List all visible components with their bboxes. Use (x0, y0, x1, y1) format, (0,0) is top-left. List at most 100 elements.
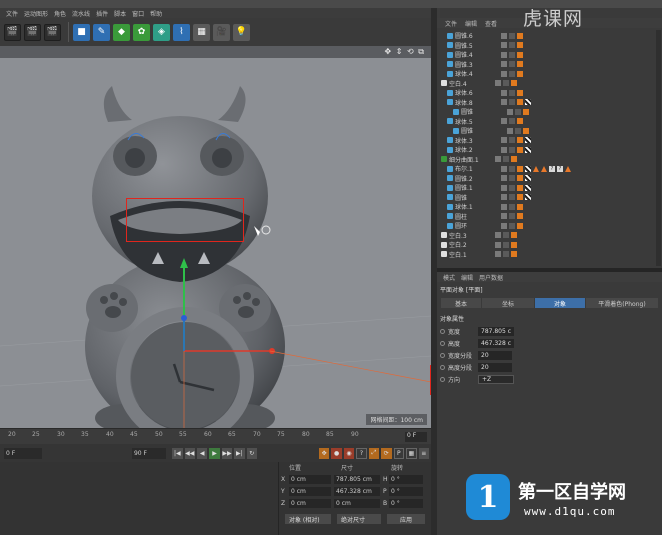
visibility-dot-icon[interactable] (509, 184, 515, 191)
visibility-dot-icon[interactable] (509, 32, 515, 39)
menu-item-window[interactable]: 窗口 (132, 9, 144, 18)
render-settings-icon[interactable]: 🎬 (24, 23, 41, 41)
visibility-dot-icon[interactable] (501, 213, 507, 219)
height-field[interactable]: 467.328 c (478, 338, 515, 348)
subdivision-icon[interactable]: ◆ (113, 23, 130, 41)
camera-icon[interactable]: 🎥 (213, 23, 230, 41)
menu-item-plugins[interactable]: 插件 (96, 9, 108, 18)
height-segments-field[interactable]: 20 (478, 362, 512, 372)
visibility-dot-icon[interactable] (501, 137, 507, 143)
object-row[interactable]: 圆柱 (437, 212, 662, 221)
render-picture-viewer-icon[interactable]: 🎬 (44, 23, 61, 41)
visibility-dot-icon[interactable] (501, 184, 507, 191)
visibility-dot-icon[interactable] (503, 80, 509, 86)
visibility-dot-icon[interactable] (501, 70, 507, 77)
visibility-dot-icon[interactable] (517, 61, 523, 67)
visibility-dot-icon[interactable] (517, 51, 523, 58)
visibility-dot-icon[interactable] (517, 118, 523, 124)
visibility-dot-icon[interactable] (503, 251, 509, 257)
pos-x-field[interactable]: 0 cm (289, 474, 331, 484)
next-key-button[interactable]: ▶▶ (221, 447, 233, 459)
object-name[interactable]: 空白.2 (449, 240, 491, 249)
object-name[interactable]: 圆柱 (455, 212, 497, 221)
object-row[interactable]: 圆锥.3 (437, 60, 662, 69)
object-row[interactable]: 空白.1 (437, 250, 662, 259)
light-icon[interactable]: 💡 (233, 23, 250, 41)
play-button[interactable]: ▶ (209, 447, 220, 459)
visibility-dot-icon[interactable] (517, 175, 523, 181)
object-row[interactable]: 空白.3 (437, 231, 662, 240)
object-name[interactable]: 球体.1 (455, 202, 497, 211)
size-x-field[interactable]: 787.805 cm (334, 474, 380, 484)
apply-button[interactable]: 应用 (387, 514, 425, 524)
object-name[interactable]: 圆环 (455, 221, 497, 230)
object-row[interactable]: 球体.5 (437, 117, 662, 126)
autokey-icon[interactable]: ◉ (343, 447, 355, 459)
visibility-dot-icon[interactable] (501, 32, 507, 39)
object-row[interactable]: 细分曲面.1 (437, 155, 662, 164)
record-icon[interactable]: ● (331, 447, 342, 459)
size-y-field[interactable]: 467.328 cm (334, 486, 380, 496)
menu-item-mograph[interactable]: 运动图形 (24, 9, 48, 18)
texture-tag-icon[interactable] (525, 137, 531, 143)
width-segments-field[interactable]: 20 (478, 350, 512, 360)
object-row[interactable]: 空白.4 (437, 79, 662, 88)
end-frame-field[interactable]: 90 F (131, 447, 167, 459)
visibility-dot-icon[interactable] (511, 232, 517, 238)
object-name[interactable]: 空白.3 (449, 231, 491, 240)
start-frame-field[interactable]: 0 F (4, 447, 42, 459)
object-name[interactable]: 细分曲面.1 (449, 155, 491, 164)
object-name[interactable]: 圆锥 (455, 193, 497, 202)
visibility-dot-icon[interactable] (495, 232, 501, 238)
render-view-icon[interactable]: 🎬 (4, 23, 21, 41)
object-name[interactable]: 球体.2 (455, 145, 497, 154)
visibility-dot-icon[interactable] (503, 232, 509, 238)
visibility-dot-icon[interactable] (517, 99, 523, 105)
visibility-dot-icon[interactable] (509, 213, 515, 219)
object-row[interactable]: 圆锥.6 (437, 31, 662, 40)
object-row[interactable]: 球体.6 (437, 88, 662, 97)
object-name[interactable]: 球体.3 (455, 136, 497, 145)
visibility-dot-icon[interactable] (517, 165, 523, 172)
visibility-dot-icon[interactable] (517, 194, 523, 200)
visibility-dot-icon[interactable] (509, 203, 515, 210)
visibility-dot-icon[interactable] (517, 89, 523, 96)
unknown-tag-icon[interactable]: ? (557, 165, 563, 172)
visibility-dot-icon[interactable] (511, 251, 517, 257)
move-key-icon[interactable]: ✥ (318, 447, 330, 459)
texture-tag-icon[interactable] (525, 184, 531, 191)
object-name[interactable]: 圆锥.5 (455, 41, 497, 50)
deformer-icon[interactable]: ◈ (153, 23, 170, 41)
object-name[interactable]: 球体.5 (455, 117, 497, 126)
object-name[interactable]: 圆锥 (461, 107, 503, 116)
pos-y-field[interactable]: 0 cm (289, 486, 331, 496)
object-row[interactable]: 圆锥 (437, 193, 662, 202)
visibility-dot-icon[interactable] (517, 137, 523, 143)
texture-tag-icon[interactable] (525, 194, 531, 200)
visibility-dot-icon[interactable] (509, 165, 515, 172)
animate-dot[interactable] (440, 376, 445, 382)
visibility-dot-icon[interactable] (517, 146, 523, 153)
visibility-dot-icon[interactable] (503, 241, 509, 248)
tab-coord[interactable]: 坐标 (482, 298, 534, 308)
animate-dot[interactable] (440, 352, 445, 358)
tab-object[interactable]: 对象 (535, 298, 585, 308)
visibility-dot-icon[interactable] (511, 241, 517, 248)
menu-item-help[interactable]: 帮助 (150, 9, 162, 18)
visibility-dot-icon[interactable] (515, 127, 521, 134)
object-name[interactable]: 空白.4 (449, 79, 491, 88)
width-field[interactable]: 787.805 c (478, 326, 515, 336)
pen-icon[interactable]: ✎ (93, 23, 110, 41)
om-menu-file[interactable]: 文件 (445, 19, 457, 28)
param-key-icon[interactable]: P (393, 447, 405, 459)
object-row[interactable]: 圆环 (437, 221, 662, 230)
visibility-dot-icon[interactable] (501, 146, 507, 153)
texture-tag-icon[interactable] (525, 175, 531, 181)
go-to-end-button[interactable]: ▶| (234, 447, 245, 459)
object-row[interactable]: 圆锥.5 (437, 41, 662, 50)
array-icon[interactable]: ✿ (133, 23, 150, 41)
object-row[interactable]: 球体.1 (437, 202, 662, 211)
grid-key-icon[interactable]: ▦ (406, 447, 417, 459)
object-name[interactable]: 圆锥.1 (455, 183, 497, 192)
object-row[interactable]: 空白.2 (437, 240, 662, 249)
